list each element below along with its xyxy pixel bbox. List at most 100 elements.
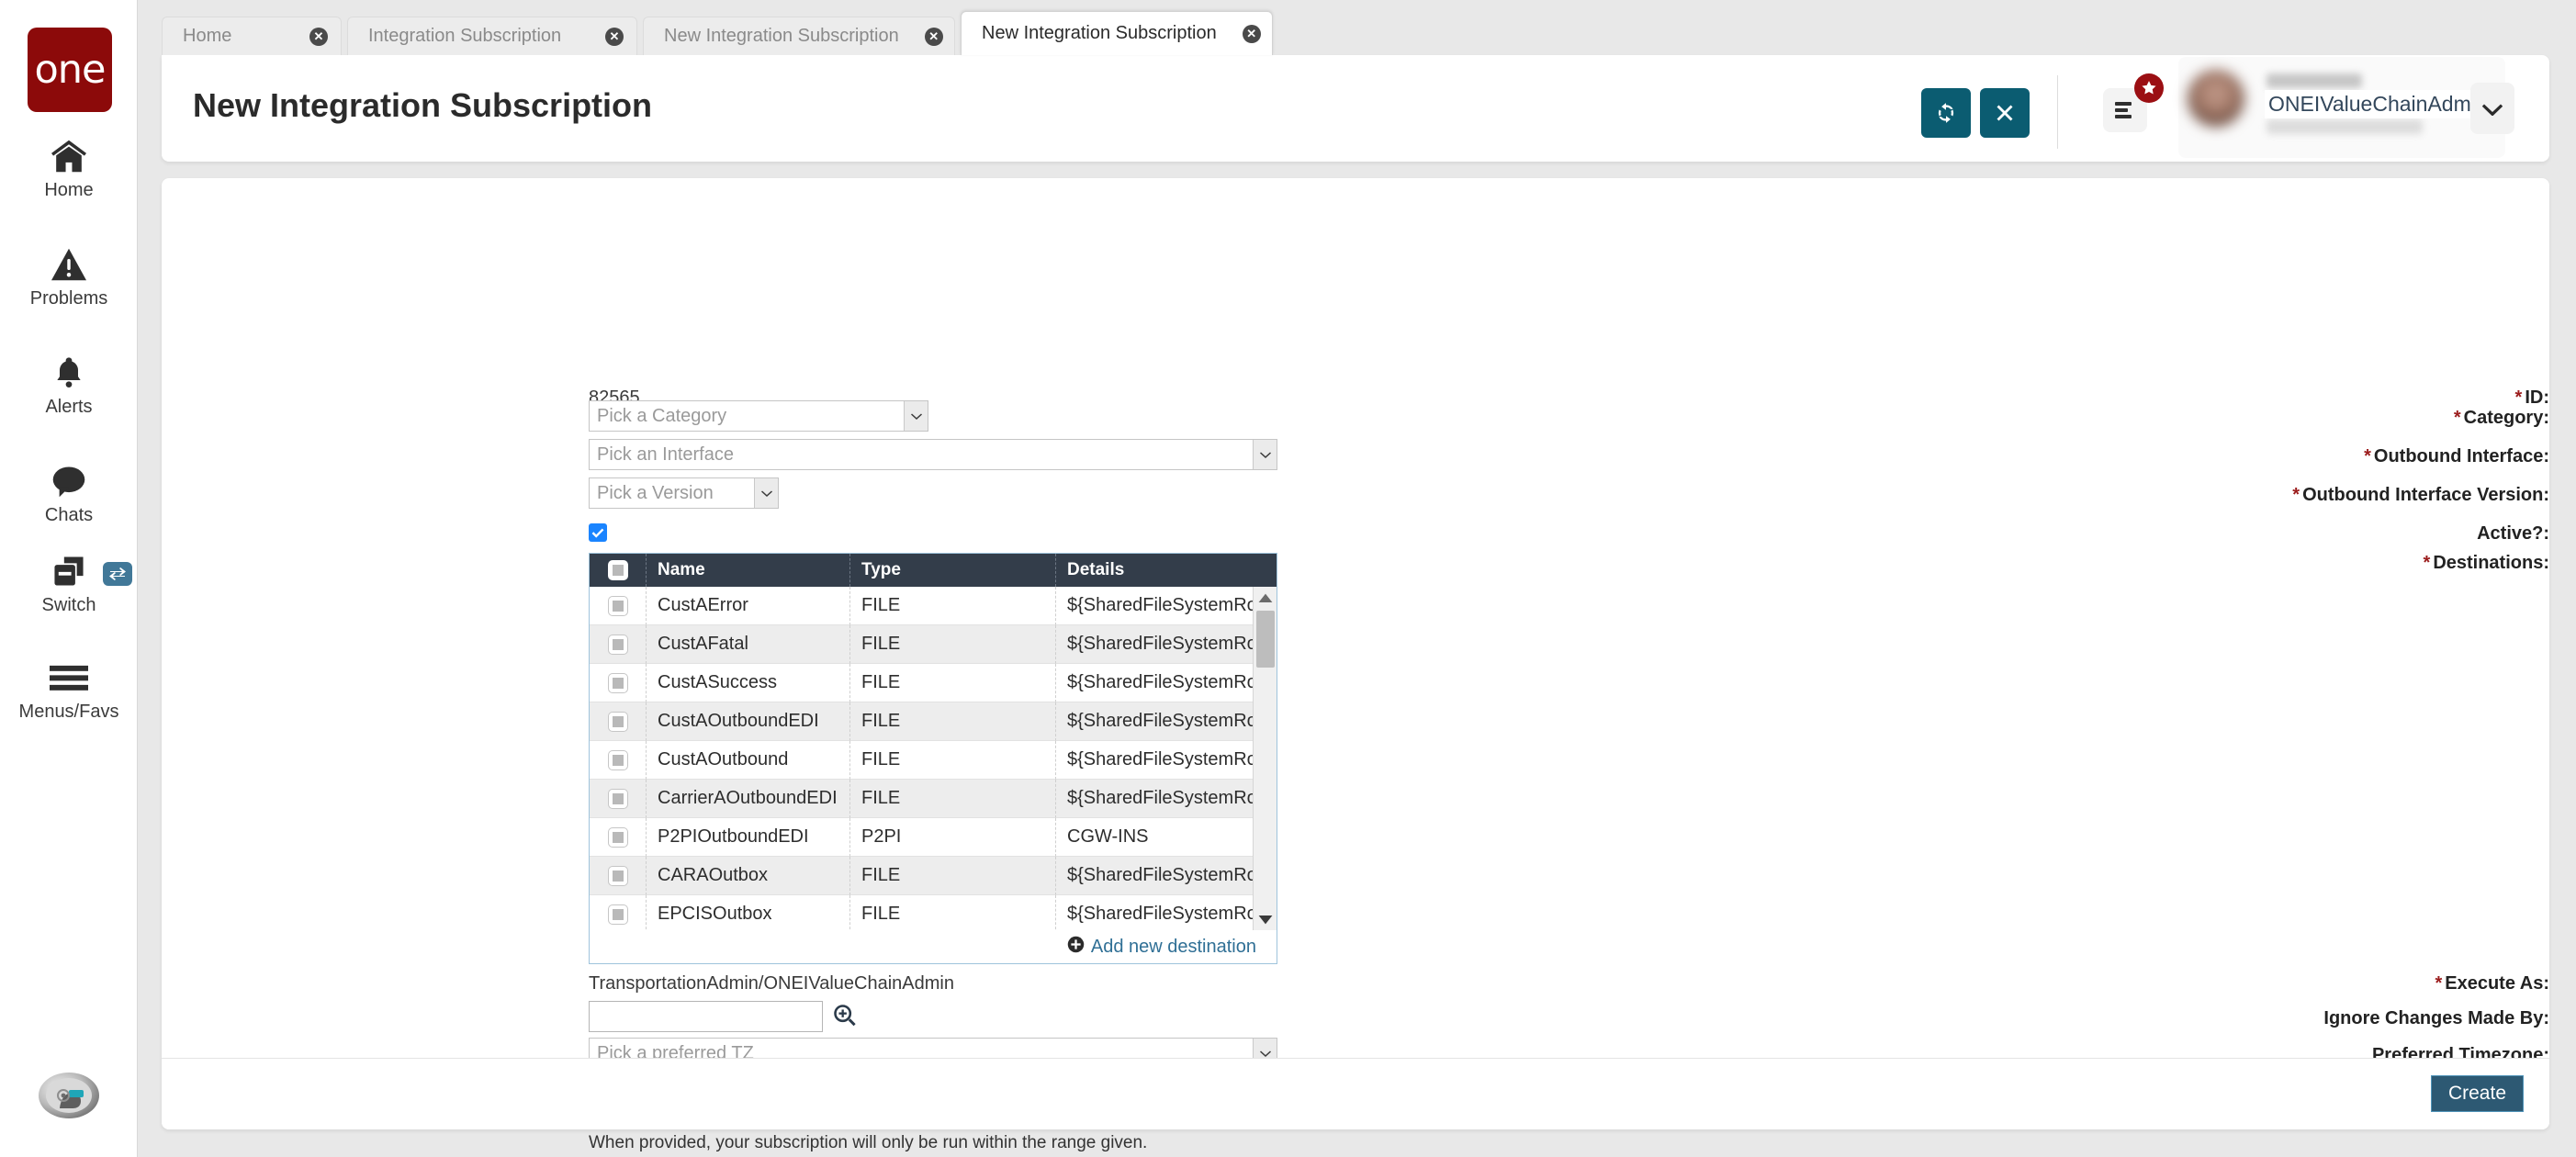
scroll-down-arrow-icon[interactable] [1254, 908, 1277, 930]
close-icon[interactable]: ✕ [924, 27, 943, 46]
row-checkbox-cell [590, 702, 647, 741]
row-checkbox-cell [590, 818, 647, 857]
cell-name: CARAOutbox [647, 857, 850, 895]
cell-details: ${SharedFileSystemRoo... [1056, 664, 1277, 702]
form-card: * ID: 82565 * Category: Pick a Category * O… [162, 178, 2549, 1152]
row-checkbox[interactable] [607, 904, 628, 925]
close-icon[interactable]: ✕ [309, 27, 328, 46]
bell-icon [0, 353, 138, 393]
form-footer: Create [162, 1058, 2549, 1129]
row-checkbox-cell [590, 587, 647, 625]
cell-details: ${SharedFileSystemRoo... [1056, 625, 1277, 664]
add-new-destination-button[interactable]: Add new destination [1067, 936, 1256, 958]
switch-toggle-badge[interactable] [103, 562, 132, 586]
close-page-button[interactable] [1980, 88, 2030, 138]
row-checkbox-cell [590, 625, 647, 664]
page-title: New Integration Subscription [193, 86, 653, 124]
close-icon[interactable]: ✕ [605, 27, 624, 46]
user-name-redacted-bottom [2267, 119, 2423, 134]
ignore-changes-label: Ignore Changes Made By: [2323, 1008, 2549, 1028]
create-button[interactable]: Create [2430, 1075, 2524, 1112]
outbound-interface-version-label: * Outbound Interface Version: [2292, 485, 2549, 505]
row-checkbox[interactable] [607, 711, 628, 732]
close-icon[interactable]: ✕ [1242, 24, 1261, 43]
column-header-name[interactable]: Name [647, 554, 850, 587]
user-name-redacted-top [2267, 73, 2362, 88]
outbound-interface-label: * Outbound Interface: [2364, 446, 2549, 466]
sidebar-item-home[interactable]: Home [0, 136, 138, 201]
required-marker: * [2364, 446, 2371, 466]
list-menu-icon [2115, 102, 2132, 118]
outbound-interface-version-select[interactable]: Pick a Version [589, 477, 779, 509]
table-row[interactable]: EPCISOutbox FILE ${SharedFileSystemRoo [590, 895, 1277, 930]
row-checkbox[interactable] [607, 634, 628, 655]
cell-type: P2PI [850, 818, 1056, 857]
column-header-type[interactable]: Type [850, 554, 1056, 587]
row-checkbox[interactable] [607, 865, 628, 886]
select-all-checkbox[interactable] [607, 560, 628, 580]
table-row[interactable]: P2PIOutboundEDI P2PI CGW-INS [590, 818, 1277, 857]
table-row[interactable]: CustAOutboundEDI FILE ${SharedFileSystem… [590, 702, 1277, 741]
row-checkbox-cell [590, 895, 647, 930]
avatar [2188, 70, 2244, 127]
row-checkbox[interactable] [607, 595, 628, 616]
tab-integration-subscription[interactable]: Integration Subscription ✕ [347, 17, 637, 55]
execute-as-label: * Execute As: [2435, 973, 2549, 994]
ignore-changes-input[interactable] [589, 1001, 823, 1032]
destinations-grid: Name Type Details CustAError FILE ${Shar… [589, 553, 1277, 964]
sidebar-item-alerts-label: Alerts [45, 397, 93, 417]
cell-name: CustAFatal [647, 625, 850, 664]
cell-details: ${SharedFileSystemRoo [1056, 895, 1277, 930]
sidebar-item-menus-favs[interactable]: Menus/Favs [0, 657, 138, 723]
cell-type: FILE [850, 625, 1056, 664]
active-label: Active?: [2477, 523, 2549, 544]
table-row[interactable]: CustAOutbound FILE ${SharedFileSystemRoo… [590, 741, 1277, 780]
destinations-label: * Destinations: [2423, 553, 2549, 573]
refresh-button[interactable] [1921, 88, 1971, 138]
destinations-scrollbar[interactable] [1253, 587, 1277, 930]
chat-icon [0, 461, 138, 501]
tab-strip: Home ✕ Integration Subscription ✕ New In… [162, 11, 1278, 55]
destinations-grid-header: Name Type Details [590, 554, 1277, 587]
active-date-range-note: When provided, your subscription will on… [589, 1133, 1148, 1152]
table-row[interactable]: CustAFatal FILE ${SharedFileSystemRoo... [590, 625, 1277, 664]
cell-type: FILE [850, 664, 1056, 702]
ignore-changes-search-button[interactable] [832, 1003, 858, 1033]
active-checkbox[interactable] [589, 523, 607, 542]
category-select[interactable]: Pick a Category [589, 400, 928, 432]
column-header-details[interactable]: Details [1056, 554, 1277, 587]
category-select-value: Pick a Category [597, 405, 727, 426]
sidebar-item-chats[interactable]: Chats [0, 461, 138, 526]
destinations-grid-footer: Add new destination [590, 930, 1277, 963]
tab-new-integration-subscription-2[interactable]: New Integration Subscription ✕ [961, 11, 1273, 55]
row-checkbox[interactable] [607, 749, 628, 770]
row-checkbox[interactable] [607, 672, 628, 693]
table-row[interactable]: CustASuccess FILE ${SharedFileSystemRoo.… [590, 664, 1277, 702]
cell-name: P2PIOutboundEDI [647, 818, 850, 857]
outbound-interface-select[interactable]: Pick an Interface [589, 439, 1277, 470]
sidebar-item-chats-label: Chats [44, 505, 94, 525]
assistant-avatar-icon[interactable] [39, 1073, 99, 1118]
integration-subscription-form: * ID: 82565 * Category: Pick a Category * O… [162, 178, 2549, 1152]
header-divider [2057, 75, 2058, 149]
user-menu-chevron-button[interactable] [2470, 83, 2514, 134]
tab-new-integration-subscription-1[interactable]: New Integration Subscription ✕ [643, 17, 955, 55]
home-icon [0, 136, 138, 176]
plus-circle-icon [1067, 936, 1085, 958]
sidebar-item-problems[interactable]: Problems [0, 244, 138, 309]
sidebar-item-menus-favs-label: Menus/Favs [18, 702, 119, 722]
table-row[interactable]: CustAError FILE ${SharedFileSystemRoo... [590, 587, 1277, 625]
row-checkbox[interactable] [607, 788, 628, 809]
scroll-up-arrow-icon[interactable] [1254, 587, 1277, 609]
table-row[interactable]: CARAOutbox FILE ${SharedFileSystemRoo... [590, 857, 1277, 895]
sidebar-item-alerts[interactable]: Alerts [0, 353, 138, 418]
row-checkbox-cell [590, 857, 647, 895]
brand-logo[interactable]: one [28, 28, 112, 112]
chevron-down-icon [904, 401, 928, 431]
table-row[interactable]: CarrierAOutboundEDI FILE ${SharedFileSys… [590, 780, 1277, 818]
row-checkbox[interactable] [607, 826, 628, 848]
tab-home[interactable]: Home ✕ [162, 17, 342, 55]
favorites-star-badge[interactable] [2134, 73, 2164, 103]
scrollbar-thumb[interactable] [1256, 611, 1275, 668]
select-all-header-cell [590, 554, 647, 587]
